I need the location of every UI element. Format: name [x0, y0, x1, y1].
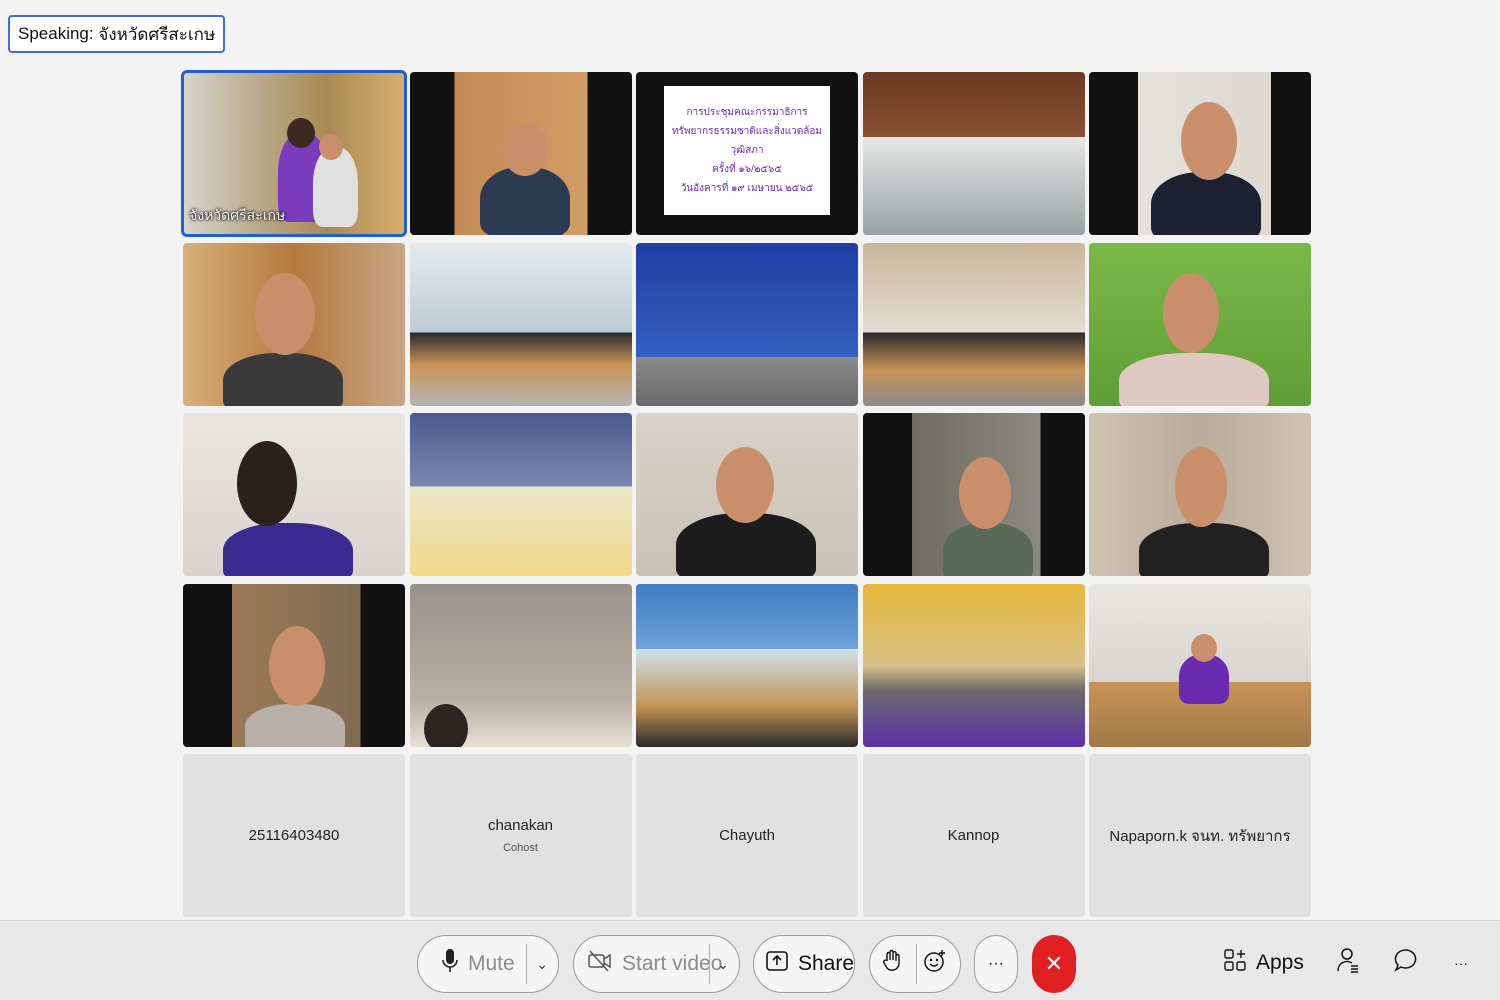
participant-tile-no-video[interactable]: 25116403480: [183, 754, 405, 917]
participant-role: Cohost: [503, 842, 538, 854]
participant-tile-no-video[interactable]: Chayuth: [636, 754, 858, 917]
video-feed: [863, 72, 1085, 235]
video-feed: [410, 413, 632, 576]
meeting-toolbar: Mute ⌄ Start video ⌄ Share ··· ✕ Apps ··…: [0, 920, 1500, 1000]
video-feed: [1089, 243, 1311, 406]
chevron-down-icon[interactable]: ⌄: [536, 956, 548, 973]
video-grid: จังหวัดศรีสะเกษ การประชุมคณะกรรมาธิการ ท…: [181, 70, 1311, 919]
participant-name: 25116403480: [248, 827, 340, 844]
leave-icon: ✕: [1044, 951, 1064, 976]
video-tile[interactable]: [862, 242, 1085, 406]
slide-line: วุฒิสภา: [730, 145, 764, 156]
participant-tile-no-video[interactable]: Napaporn.k จนท. ทรัพยากร: [1089, 754, 1311, 917]
mute-button[interactable]: Mute ⌄: [417, 935, 559, 993]
video-feed: [1089, 72, 1311, 235]
video-feed: [636, 243, 858, 406]
slide-line: ครั้งที่ ๑๖/๒๕๖๕: [712, 164, 782, 175]
video-tile-slide[interactable]: การประชุมคณะกรรมาธิการ ทรัพยากรธรรมชาติแ…: [636, 72, 858, 235]
participants-button[interactable]: [1337, 941, 1359, 985]
start-video-label: Start video: [622, 952, 723, 975]
participants-icon: [1337, 947, 1359, 979]
video-feed: [410, 72, 632, 235]
more-options-button[interactable]: ···: [974, 935, 1018, 993]
overflow-menu-button[interactable]: ···: [1454, 941, 1468, 985]
video-tile[interactable]: [636, 413, 858, 576]
chevron-down-icon[interactable]: ⌄: [717, 956, 729, 973]
video-feed: [863, 243, 1085, 406]
video-tile[interactable]: [409, 72, 632, 235]
slide-line: การประชุมคณะกรรมาธิการ: [686, 107, 808, 118]
video-tile[interactable]: [1089, 583, 1311, 747]
slide-line: ทรัพยากรธรรมชาติและสิ่งแวดล้อม: [672, 126, 822, 137]
hand-reactions-group: [869, 935, 961, 993]
participant-label: จังหวัดศรีสะเกษ: [189, 207, 286, 223]
participant-name: chanakan: [487, 817, 554, 834]
microphone-icon: [442, 948, 458, 980]
chat-button[interactable]: [1394, 941, 1418, 985]
more-icon: ···: [988, 955, 1004, 972]
participant-name: Kannop: [947, 827, 1000, 844]
video-tile[interactable]: [862, 72, 1085, 235]
leave-meeting-button[interactable]: ✕: [1032, 935, 1076, 993]
video-tile[interactable]: [636, 583, 858, 747]
video-feed: [863, 413, 1085, 576]
video-feed: [863, 584, 1085, 747]
video-tile[interactable]: [409, 583, 632, 747]
video-tile[interactable]: [862, 583, 1085, 747]
video-tile[interactable]: [1089, 413, 1311, 576]
overflow-icon: ···: [1454, 955, 1468, 971]
apps-icon: [1224, 949, 1246, 977]
video-tile[interactable]: [183, 583, 405, 747]
video-tile[interactable]: [183, 242, 405, 406]
video-feed: [410, 243, 632, 406]
participant-tile-no-video[interactable]: Kannop: [862, 754, 1085, 917]
start-video-button[interactable]: Start video ⌄: [573, 935, 740, 993]
participant-name: Chayuth: [719, 827, 775, 844]
video-off-icon: [588, 950, 612, 978]
video-feed: [1089, 413, 1311, 576]
share-label: Share: [798, 952, 855, 975]
video-tile[interactable]: [409, 413, 632, 576]
slide-line: วันอังคารที่ ๑๙ เมษายน ๒๕๖๕: [680, 183, 814, 194]
speaking-name: จังหวัดศรีสะเกษ: [98, 24, 216, 44]
video-tile[interactable]: [1089, 72, 1311, 235]
apps-button[interactable]: Apps: [1224, 941, 1304, 985]
video-feed: [183, 584, 405, 747]
video-tile[interactable]: [409, 242, 632, 406]
video-feed: [636, 584, 858, 747]
video-feed: [1089, 584, 1311, 747]
presentation-slide: การประชุมคณะกรรมาธิการ ทรัพยากรธรรมชาติแ…: [664, 86, 830, 215]
video-feed: [410, 584, 632, 747]
video-tile[interactable]: [1089, 242, 1311, 406]
chat-icon: [1394, 948, 1418, 978]
video-feed: [636, 413, 858, 576]
video-feed: [183, 243, 405, 406]
speaking-label: Speaking:: [18, 24, 94, 43]
reactions-icon[interactable]: [923, 949, 947, 979]
share-icon: [766, 951, 788, 977]
apps-label: Apps: [1256, 951, 1304, 974]
mute-label: Mute: [468, 952, 515, 975]
share-button[interactable]: Share: [753, 935, 855, 993]
video-tile-active-speaker[interactable]: จังหวัดศรีสะเกษ: [181, 70, 407, 237]
speaking-indicator: Speaking: จังหวัดศรีสะเกษ: [8, 15, 226, 53]
video-tile[interactable]: [183, 413, 405, 576]
video-tile[interactable]: [862, 413, 1085, 576]
video-tile[interactable]: [636, 242, 858, 406]
participant-name: Napaporn.k จนท. ทรัพยากร: [1109, 827, 1291, 845]
raise-hand-icon[interactable]: [883, 949, 901, 979]
video-feed: [183, 413, 405, 576]
participant-tile-no-video[interactable]: chanakan Cohost: [409, 754, 632, 917]
